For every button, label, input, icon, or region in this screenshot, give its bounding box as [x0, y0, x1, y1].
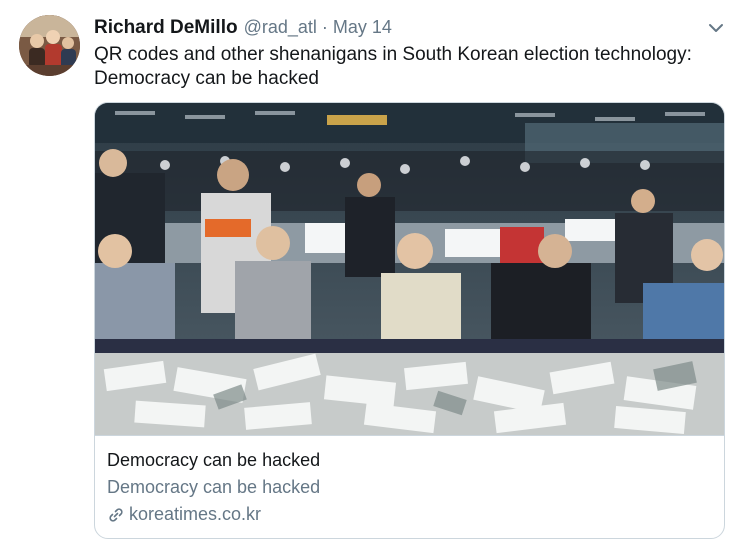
tweet-text: QR codes and other shenanigans in South … [94, 44, 692, 89]
card-title[interactable]: Democracy can be hacked [107, 450, 320, 471]
avatar[interactable] [19, 15, 80, 76]
link-card[interactable]: Democracy can be hacked Democracy can be… [94, 102, 725, 539]
author-handle[interactable]: @rad_atl [244, 17, 317, 38]
card-photo [95, 103, 724, 435]
tweet[interactable]: Richard DeMillo @rad_atl · May 14 QR cod… [0, 0, 743, 545]
chevron-down-icon[interactable] [706, 18, 726, 38]
avatar-photo [19, 15, 80, 76]
separator-dot: · [321, 17, 328, 37]
tweet-header: Richard DeMillo @rad_atl · May 14 [94, 17, 392, 41]
author-name[interactable]: Richard DeMillo [94, 17, 238, 39]
link-icon [109, 507, 123, 522]
card-domain-text[interactable]: koreatimes.co.kr [129, 504, 261, 525]
card-description: Democracy can be hacked [107, 477, 321, 497]
card-body[interactable]: Democracy can be hacked Democracy can be… [95, 435, 724, 538]
card-domain[interactable]: koreatimes.co.kr [107, 504, 261, 525]
tweet-date[interactable]: May 14 [333, 17, 392, 38]
card-image[interactable] [95, 103, 724, 435]
